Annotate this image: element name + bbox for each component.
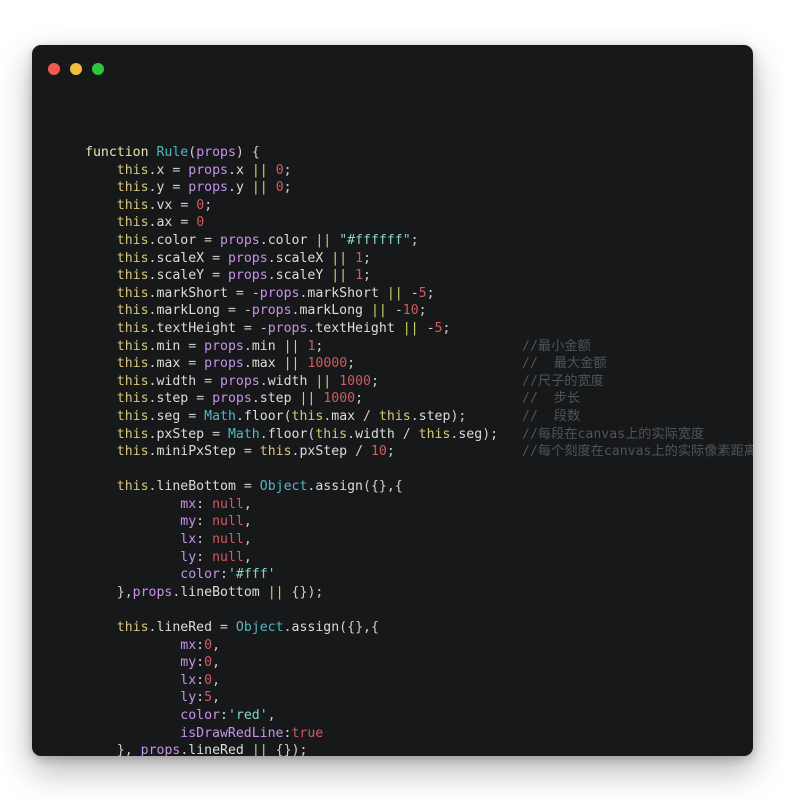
code-line: this.max = props.max || 10000;// 最大金额 (116, 356, 607, 372)
window-titlebar (32, 45, 753, 92)
code-line: lx:0, (180, 672, 221, 688)
maximize-button[interactable] (92, 62, 104, 75)
code-line: this.vx = 0; (116, 197, 213, 213)
code-line: this.scaleY = props.scaleY || 1; (116, 268, 371, 284)
code-line: color:'red', (180, 708, 276, 723)
code-line: isDrawRedLine:true (180, 725, 324, 741)
code-line: this.width = props.width || 1000;//尺子的宽度 (116, 373, 604, 389)
code-line: mx: null, (180, 496, 252, 512)
code-editor[interactable]: function Rule(props) { this.x = props.x … (32, 92, 753, 756)
code-line: this.lineBottom = Object.assign({},{ (116, 479, 403, 495)
code-window: function Rule(props) { this.x = props.x … (32, 45, 753, 756)
code-line: this.color = props.color || "#ffffff"; (116, 232, 419, 248)
minimize-button[interactable] (70, 62, 82, 75)
code-line: this.x = props.x || 0; (116, 162, 292, 178)
code-line: lx: null, (180, 532, 252, 548)
code-line: this.markLong = -props.markLong || -10; (116, 303, 427, 319)
code-line: ly: null, (180, 549, 252, 565)
code-line: this.miniPxStep = this.pxStep / 10;//每个刻… (116, 444, 753, 460)
code-line: this.lineRed = Object.assign({},{ (116, 620, 379, 636)
code-line: function Rule(props) { (85, 145, 260, 160)
code-line: this.textHeight = -props.textHeight || -… (116, 320, 451, 336)
code-line: color:'#fff' (180, 567, 276, 583)
code-line: this.ax = 0 (116, 215, 205, 231)
code-line: this.min = props.min || 1;//最小金额 (116, 338, 591, 354)
code-line: this.y = props.y || 0; (116, 180, 292, 196)
code-line: my: null, (180, 514, 252, 530)
code-block[interactable]: function Rule(props) { this.x = props.x … (85, 144, 753, 756)
code-line: this.step = props.step || 1000;// 步长 (116, 391, 581, 407)
code-line: this.seg = Math.floor(this.max / this.st… (116, 408, 581, 424)
close-button[interactable] (48, 62, 60, 75)
code-line: this.markShort = -props.markShort || -5; (116, 285, 435, 301)
code-line: mx:0, (180, 637, 221, 653)
code-line: ly:5, (180, 690, 221, 706)
code-line: this.scaleX = props.scaleX || 1; (116, 250, 371, 266)
code-line: my:0, (180, 655, 221, 671)
code-line: }, props.lineRed || {}); (116, 743, 308, 756)
screenshot-root: function Rule(props) { this.x = props.x … (0, 0, 785, 800)
code-line: this.pxStep = Math.floor(this.width / th… (116, 426, 705, 442)
code-line: },props.lineBottom || {}); (116, 584, 324, 600)
